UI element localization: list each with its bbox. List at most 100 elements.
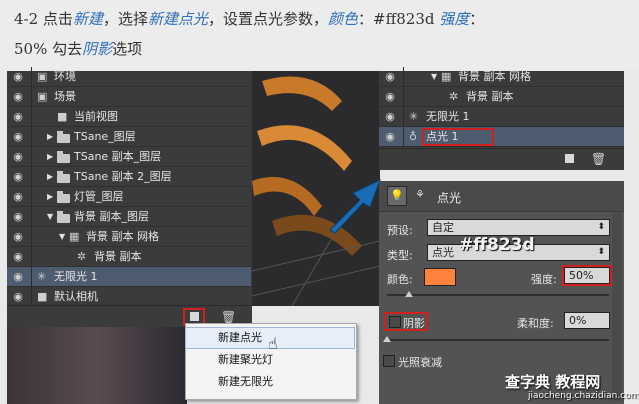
menu-item-label: 新建无限光 (218, 375, 273, 388)
intensity-highlight (562, 265, 612, 286)
instruction-keyword: 阴影 (82, 40, 113, 58)
new-light-button[interactable] (190, 312, 199, 321)
menu-item-label: 新建点光 (218, 331, 262, 344)
scene-row-label: TSane_图层 (74, 130, 136, 143)
expand-right-icon[interactable]: ▶ (47, 147, 53, 167)
attenuation-checkbox[interactable] (383, 355, 395, 367)
scene-row[interactable]: ◉ ✳ 无限光 1 (7, 267, 251, 287)
softness-slider[interactable] (387, 339, 609, 341)
eye-icon[interactable]: ◉ (11, 230, 25, 244)
softness-field[interactable]: 0% (564, 312, 610, 329)
scene-row[interactable]: ◉ ▶ 灯管_图层 (7, 187, 251, 207)
eye-icon[interactable]: ◉ (383, 110, 397, 124)
properties-title: 点光 (437, 191, 462, 205)
chevron-down-icon: ⬍ (597, 222, 605, 232)
type-label: 类型: (387, 249, 413, 262)
scene-row-label: 无限光 1 (426, 110, 470, 123)
shadow-checkbox[interactable] (389, 316, 401, 328)
scene-row[interactable]: ◉ ▼ ▦ 背景 副本 网格 (379, 67, 624, 87)
scene-row[interactable]: ◉ ▣ 场景 (7, 87, 251, 107)
expand-right-icon[interactable]: ▶ (47, 167, 53, 187)
infinite-light-icon: ✳ (37, 270, 47, 283)
eye-icon[interactable]: ◉ (11, 270, 25, 284)
scene-icon: ▣ (37, 70, 48, 83)
softness-slider-thumb[interactable] (383, 336, 391, 342)
instruction-keyword: 新建 (72, 10, 103, 28)
properties-header: 💡 ⚘ 点光 (379, 181, 624, 212)
type-value: 点光 (432, 246, 454, 259)
folder-icon (57, 171, 70, 183)
mesh-icon: ▦ (69, 230, 80, 243)
scene-row[interactable]: ◉ ✲ 背景 副本 (7, 247, 251, 267)
eye-icon[interactable]: ◉ (11, 130, 25, 144)
intensity-slider-thumb[interactable] (405, 291, 413, 297)
expand-down-icon[interactable]: ▼ (431, 67, 437, 87)
mesh-icon: ▦ (441, 70, 452, 83)
color-value-overlay: #ff823d (459, 235, 535, 255)
instruction-header: 4-2 点击新建，选择新建点光，设置点光参数，颜色：#ff823d 强度： 50… (0, 0, 639, 70)
scene-row[interactable]: ◉ ▶ TSane_图层 (7, 127, 251, 147)
light-bulb-icon[interactable]: 💡 (387, 186, 407, 206)
scene-row[interactable]: ◉ ▼ 背景 副本_图层 (7, 207, 251, 227)
trash-icon[interactable]: 🗑 (221, 310, 236, 324)
eye-icon[interactable]: ◉ (383, 70, 397, 84)
new-light-icon[interactable] (565, 154, 574, 163)
scene-row[interactable]: ◉ ▶ TSane 副本 2_图层 (7, 167, 251, 187)
trash-icon[interactable]: 🗑 (591, 152, 606, 166)
shadow-label: 阴影 (403, 317, 425, 330)
scene-panel-right-toolbar: 🗑 (379, 148, 624, 170)
folder-icon (57, 211, 70, 223)
expand-right-icon[interactable]: ▶ (47, 187, 53, 207)
instruction-keyword: 新建点光 (147, 10, 208, 28)
eye-icon[interactable]: ◉ (11, 190, 25, 204)
instruction-line-1: 4-2 点击新建，选择新建点光，设置点光参数，颜色：#ff823d 强度： (14, 8, 484, 29)
scene-row[interactable]: ◉ ▶ TSane 副本_图层 (7, 147, 251, 167)
eye-icon[interactable]: ◉ (11, 290, 25, 304)
eye-icon[interactable]: ◉ (11, 170, 25, 184)
render-strip (7, 327, 187, 404)
eye-icon[interactable]: ◉ (11, 250, 25, 264)
eye-icon[interactable]: ◉ (11, 90, 25, 104)
scene-row[interactable]: ◉ ▼ ▦ 背景 副本 网格 (7, 227, 251, 247)
scene-row[interactable]: ◉ ■ 默认相机 (7, 287, 251, 307)
preset-label: 预设: (387, 224, 413, 237)
instruction-text: ，选择 (102, 10, 148, 28)
eye-icon[interactable]: ◉ (11, 150, 25, 164)
menu-item[interactable]: 新建无限光 (186, 372, 354, 392)
move-icon[interactable]: ⚘ (415, 188, 425, 201)
menu-item[interactable]: 新建聚光灯 (186, 350, 354, 370)
scene-row-label: TSane 副本_图层 (74, 150, 162, 163)
scene-row-label: 无限光 1 (54, 270, 98, 283)
scene-row-label: 环境 (54, 70, 76, 83)
expand-right-icon[interactable]: ▶ (47, 127, 53, 147)
expand-down-icon[interactable]: ▼ (47, 207, 53, 227)
instruction-text: ，设置点光参数， (207, 10, 328, 28)
watermark-url: jiaocheng.chazidian.com (528, 391, 639, 401)
eye-icon[interactable]: ◉ (383, 90, 397, 104)
intensity-slider[interactable] (387, 294, 609, 296)
infinite-light-icon: ✳ (409, 110, 419, 123)
menu-item-label: 新建聚光灯 (218, 353, 273, 366)
folder-icon (57, 151, 70, 163)
arrow-icon (329, 179, 381, 234)
color-swatch[interactable] (424, 268, 456, 286)
scene-row[interactable]: ◉ ▣ 环境 (7, 67, 251, 87)
eye-icon[interactable]: ◉ (11, 70, 25, 84)
scene-row[interactable]: ◉ ■ 当前视图 (7, 107, 251, 127)
expand-down-icon[interactable]: ▼ (59, 227, 65, 247)
point-light-highlight (422, 128, 494, 146)
folder-icon (57, 131, 70, 143)
scrollbar[interactable] (612, 213, 622, 401)
scene-row[interactable]: ◉ ✲ 背景 副本 (379, 87, 624, 107)
scene-row-label: 当前视图 (74, 110, 118, 123)
scene-row[interactable]: ◉ ♁ 点光 1 (379, 127, 624, 147)
scene-row-label: 背景 副本 (94, 250, 142, 263)
eye-icon[interactable]: ◉ (11, 110, 25, 124)
eye-icon[interactable]: ◉ (383, 130, 397, 144)
instruction-keyword: 颜色 (328, 10, 359, 28)
material-icon: ✲ (77, 250, 87, 263)
instruction-text: ： (469, 10, 485, 28)
preset-select[interactable]: 自定 ⬍ (427, 219, 610, 236)
eye-icon[interactable]: ◉ (11, 210, 25, 224)
scene-row[interactable]: ◉ ✳ 无限光 1 (379, 107, 624, 127)
